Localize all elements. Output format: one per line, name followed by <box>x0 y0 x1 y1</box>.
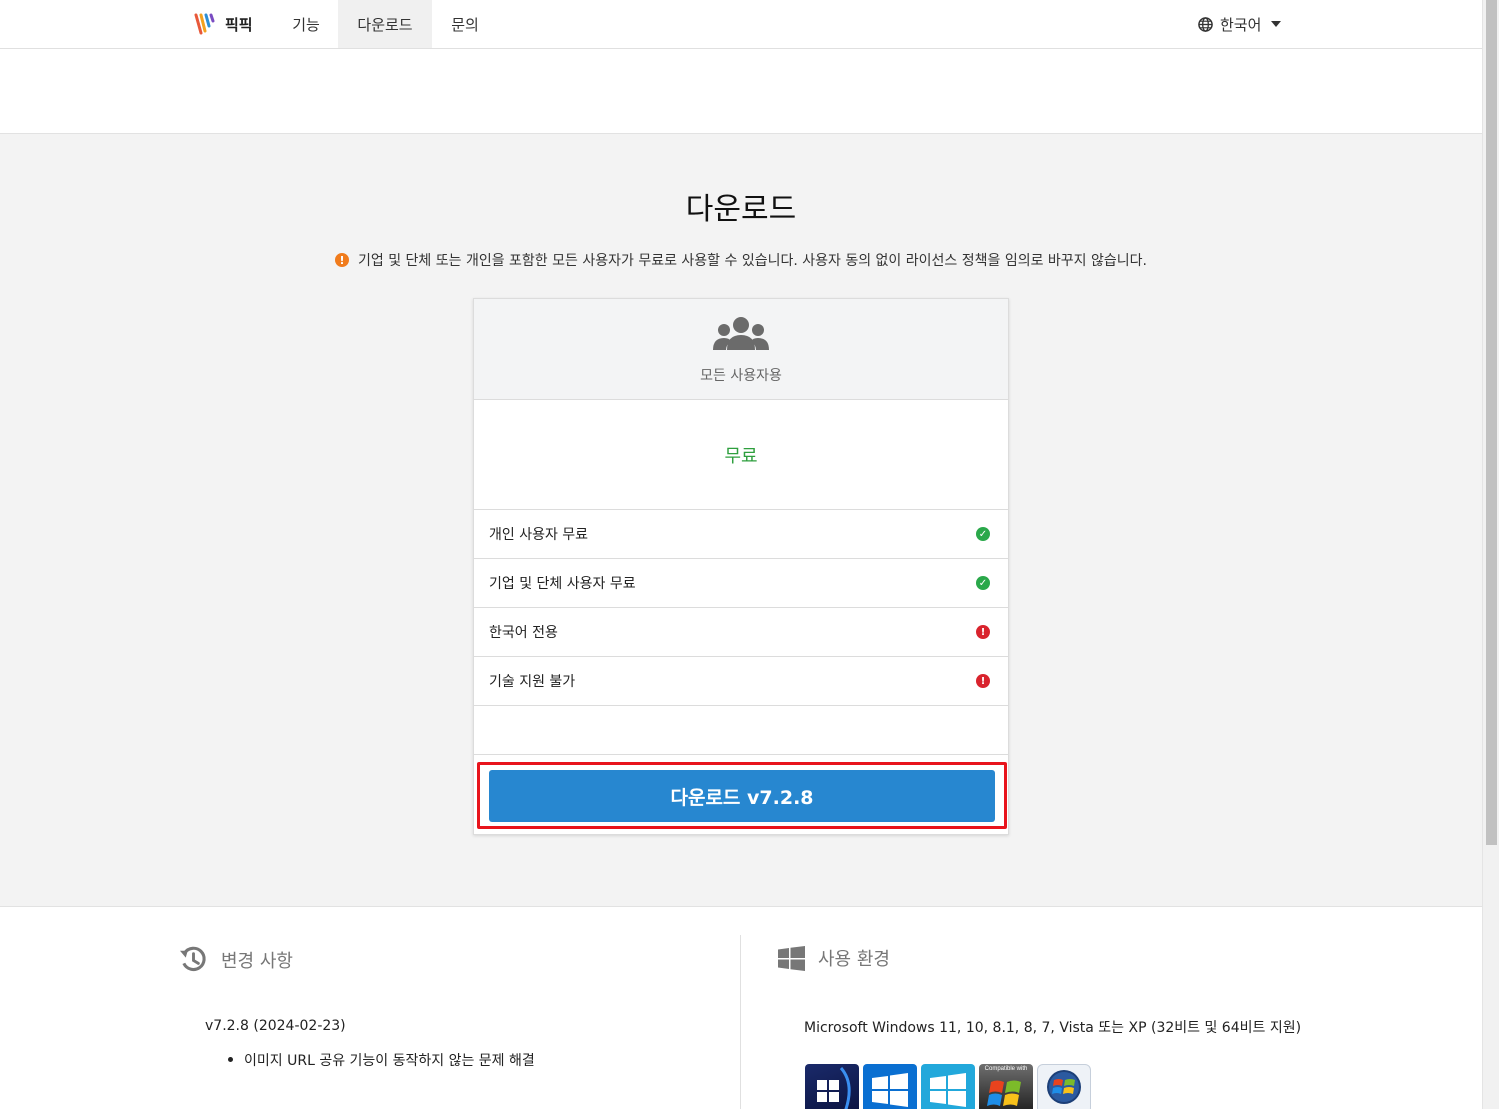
list-item: 이미지 URL 공유 기능이 동작하지 않는 문제 해결 <box>228 1050 535 1070</box>
windows-logo-icon <box>778 945 805 971</box>
windows-7-compatible-badge-icon: Compatible with <box>979 1064 1033 1109</box>
download-highlight-box: 다운로드 v7.2.8 <box>477 762 1007 829</box>
license-notice-text: 기업 및 단체 또는 개인을 포함한 모든 사용자가 무료로 사용할 수 있습니… <box>358 253 1147 269</box>
caret-down-icon <box>1271 21 1282 27</box>
exclamation-circle-icon: ! <box>976 625 990 639</box>
exclamation-icon: ! <box>335 253 349 267</box>
vertical-scrollbar[interactable] <box>1482 0 1499 1109</box>
nav-contact-label: 문의 <box>451 15 479 34</box>
environment-title: 사용 환경 <box>818 949 890 970</box>
nav-download-label: 다운로드 <box>357 15 413 34</box>
check-circle-icon: ✓ <box>976 576 990 590</box>
download-section: 다운로드 ! 기업 및 단체 또는 개인을 포함한 모든 사용자가 무료로 사용… <box>0 134 1482 907</box>
plan-card-header: 모든 사용자용 <box>474 299 1008 400</box>
brand-link[interactable]: 픽픽 <box>194 0 253 48</box>
globe-icon <box>1198 16 1213 32</box>
feature-row: 한국어 전용 ! <box>474 608 1008 657</box>
info-section: 변경 사항 v7.2.8 (2024-02-23) 이미지 URL 공유 기능이… <box>0 907 1482 1109</box>
feature-label: 기술 지원 불가 <box>489 674 576 690</box>
plan-card: 모든 사용자용 무료 개인 사용자 무료 ✓ 기업 및 단체 사용자 무료 ✓ … <box>473 298 1009 835</box>
top-navbar: 픽픽 기능 다운로드 문의 한국어 <box>0 0 1482 49</box>
os-badges: Compatible with <box>805 1064 1091 1109</box>
page-title: 다운로드 <box>685 192 797 227</box>
environment-heading: 사용 환경 <box>778 945 890 971</box>
feature-row: 개인 사용자 무료 ✓ <box>474 510 1008 559</box>
feature-row: 기업 및 단체 사용자 무료 ✓ <box>474 559 1008 608</box>
download-button[interactable]: 다운로드 v7.2.8 <box>489 770 995 822</box>
changelog-heading: 변경 사항 <box>179 945 293 974</box>
windows-8-badge-icon <box>921 1064 975 1109</box>
language-selector[interactable]: 한국어 <box>1198 0 1282 48</box>
feature-label: 한국어 전용 <box>489 625 558 641</box>
plan-label: 모든 사용자용 <box>700 368 782 384</box>
license-notice: ! 기업 및 단체 또는 개인을 포함한 모든 사용자가 무료로 사용할 수 있… <box>0 250 1482 270</box>
empty-row <box>474 706 1008 755</box>
windows-11-badge-icon <box>805 1064 859 1109</box>
windows-vista-badge-icon <box>1037 1064 1091 1109</box>
history-icon <box>179 946 206 971</box>
column-divider <box>740 935 741 1109</box>
brand-name: 픽픽 <box>225 15 253 34</box>
feature-label: 기업 및 단체 사용자 무료 <box>489 576 636 592</box>
change-item-text: 이미지 URL 공유 기능이 동작하지 않는 문제 해결 <box>244 1053 535 1069</box>
check-circle-icon: ✓ <box>976 527 990 541</box>
price: 무료 <box>474 400 1008 510</box>
environment-line: Microsoft Windows 11, 10, 8.1, 8, 7, Vis… <box>804 1020 1302 1036</box>
scrollbar-thumb[interactable] <box>1486 0 1497 845</box>
change-list: 이미지 URL 공유 기능이 동작하지 않는 문제 해결 <box>228 1050 535 1070</box>
badge-caption: Compatible with <box>984 1066 1028 1072</box>
changelog-title: 변경 사항 <box>221 950 293 972</box>
users-icon <box>713 317 769 350</box>
page: 픽픽 기능 다운로드 문의 한국어 다운로드 ! 기업 및 단체 또는 개인을 … <box>0 0 1482 1109</box>
nav-features[interactable]: 기능 <box>273 0 339 48</box>
header-spacer <box>0 49 1482 134</box>
price-label: 무료 <box>724 445 758 467</box>
exclamation-circle-icon: ! <box>976 674 990 688</box>
version-line: v7.2.8 (2024-02-23) <box>205 1018 346 1034</box>
nav-download[interactable]: 다운로드 <box>338 0 432 48</box>
nav-features-label: 기능 <box>292 15 320 34</box>
bullet-icon <box>228 1056 233 1062</box>
windows-10-badge-icon <box>863 1064 917 1109</box>
language-label: 한국어 <box>1220 15 1262 34</box>
feature-label: 개인 사용자 무료 <box>489 527 589 543</box>
nav-contact[interactable]: 문의 <box>432 0 498 48</box>
feature-row: 기술 지원 불가 ! <box>474 657 1008 706</box>
picpick-logo-icon <box>194 13 215 35</box>
